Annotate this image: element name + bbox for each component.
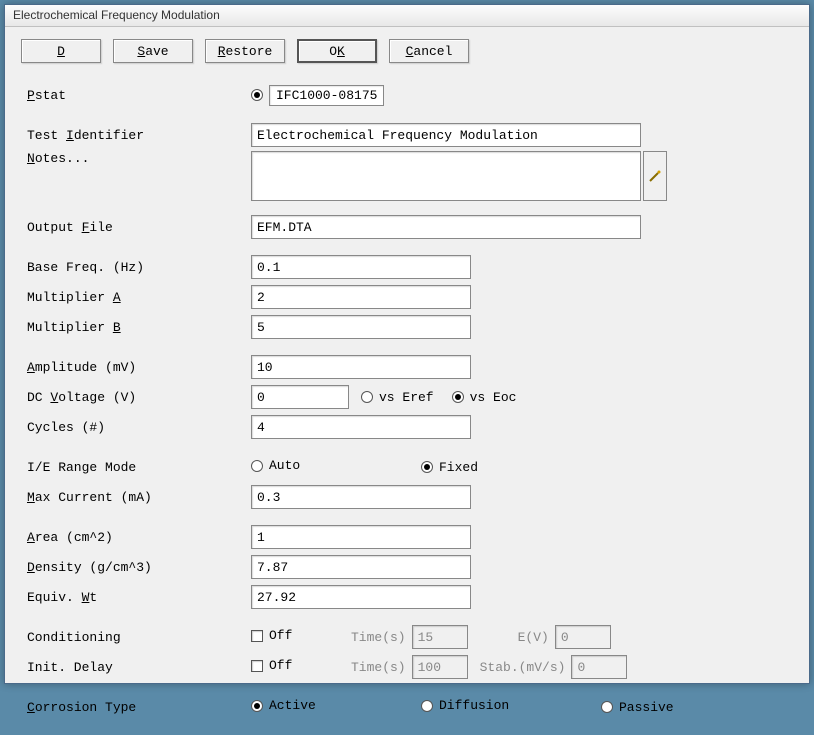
radio-label: Diffusion (439, 698, 509, 713)
radio-dot-icon (361, 391, 373, 403)
row-multiplier-b: Multiplier B (21, 313, 793, 341)
radio-label: vs Eoc (470, 390, 517, 405)
label-max-current: Max Current (mA) (21, 490, 251, 505)
max-current-input[interactable] (251, 485, 471, 509)
multiplier-b-input[interactable] (251, 315, 471, 339)
radio-dot-icon (421, 461, 433, 473)
label-multiplier-b: Multiplier B (21, 320, 251, 335)
label-e-v: E(V) (518, 630, 549, 645)
checkbox-label: Off (269, 658, 292, 673)
radio-fixed[interactable]: Fixed (421, 460, 478, 475)
conditioning-time-input (412, 625, 468, 649)
checkbox-init-delay-off[interactable]: Off (251, 658, 292, 673)
label-test-identifier: Test Identifier (21, 128, 251, 143)
radio-label: vs Eref (379, 390, 434, 405)
radio-vs-eref[interactable]: vs Eref (361, 390, 434, 405)
default-button[interactable]: D (21, 39, 101, 63)
output-file-input[interactable] (251, 215, 641, 239)
pstat-device-value: IFC1000-08175 (269, 85, 384, 106)
notes-input[interactable] (251, 151, 641, 201)
radio-label: Auto (269, 458, 300, 473)
radio-label: Fixed (439, 460, 478, 475)
radio-passive[interactable]: Passive (601, 700, 674, 715)
amplitude-input[interactable] (251, 355, 471, 379)
density-input[interactable] (251, 555, 471, 579)
row-pstat: Pstat IFC1000-08175 (21, 81, 793, 109)
label-init-delay: Init. Delay (21, 660, 251, 675)
checkbox-label: Off (269, 628, 292, 643)
label-notes: Notes... (21, 151, 251, 166)
label-amplitude: Amplitude (mV) (21, 360, 251, 375)
row-dc-voltage: DC Voltage (V) vs Eref vs Eoc (21, 383, 793, 411)
test-identifier-input[interactable] (251, 123, 641, 147)
row-output-file: Output File (21, 213, 793, 241)
label-cycles: Cycles (#) (21, 420, 251, 435)
row-corrosion-type: Corrosion Type Active Diffusion Passive (21, 693, 793, 721)
checkbox-icon (251, 630, 263, 642)
button-row: D Save Restore OK Cancel (21, 39, 793, 63)
conditioning-ev-input (555, 625, 611, 649)
notes-expand-button[interactable] (643, 151, 667, 201)
wand-icon (648, 169, 662, 183)
row-base-freq: Base Freq. (Hz) (21, 253, 793, 281)
label-conditioning: Conditioning (21, 630, 251, 645)
radio-diffusion[interactable]: Diffusion (421, 698, 509, 713)
row-max-current: Max Current (mA) (21, 483, 793, 511)
checkbox-icon (251, 660, 263, 672)
dc-voltage-input[interactable] (251, 385, 349, 409)
multiplier-a-input[interactable] (251, 285, 471, 309)
row-test-identifier: Test Identifier (21, 121, 793, 149)
radio-auto[interactable]: Auto (251, 458, 300, 473)
radio-dot-icon (601, 701, 613, 713)
row-area: Area (cm^2) (21, 523, 793, 551)
cancel-button[interactable]: Cancel (389, 39, 469, 63)
radio-label: Active (269, 698, 316, 713)
init-delay-stab-input (571, 655, 627, 679)
label-stab: Stab.(mV/s) (480, 660, 566, 675)
equiv-wt-input[interactable] (251, 585, 471, 609)
label-pstat: Pstat (21, 88, 251, 103)
row-cycles: Cycles (#) (21, 413, 793, 441)
checkbox-conditioning-off[interactable]: Off (251, 628, 292, 643)
radio-label: Passive (619, 700, 674, 715)
area-input[interactable] (251, 525, 471, 549)
restore-button[interactable]: Restore (205, 39, 285, 63)
label-density: Density (g/cm^3) (21, 560, 251, 575)
radio-dot-icon (251, 89, 263, 101)
label-multiplier-a: Multiplier A (21, 290, 251, 305)
radio-dot-icon (251, 460, 263, 472)
radio-pstat-device[interactable]: IFC1000-08175 (251, 85, 384, 106)
row-density: Density (g/cm^3) (21, 553, 793, 581)
label-time-s: Time(s) (351, 660, 406, 675)
row-notes: Notes... (21, 151, 793, 201)
dialog-window: Electrochemical Frequency Modulation D S… (4, 4, 810, 684)
label-base-freq: Base Freq. (Hz) (21, 260, 251, 275)
window-title: Electrochemical Frequency Modulation (5, 5, 809, 27)
radio-dot-icon (421, 700, 433, 712)
radio-vs-eoc[interactable]: vs Eoc (452, 390, 517, 405)
row-ie-range-mode: I/E Range Mode Auto Fixed (21, 453, 793, 481)
radio-dot-icon (452, 391, 464, 403)
dialog-content: D Save Restore OK Cancel Pstat IFC1000-0… (5, 27, 809, 735)
label-equiv-wt: Equiv. Wt (21, 590, 251, 605)
ok-button[interactable]: OK (297, 39, 377, 63)
row-amplitude: Amplitude (mV) (21, 353, 793, 381)
cycles-input[interactable] (251, 415, 471, 439)
row-multiplier-a: Multiplier A (21, 283, 793, 311)
label-ie-range-mode: I/E Range Mode (21, 460, 251, 475)
init-delay-time-input (412, 655, 468, 679)
radio-dot-icon (251, 700, 263, 712)
label-time-s: Time(s) (351, 630, 406, 645)
label-area: Area (cm^2) (21, 530, 251, 545)
label-output-file: Output File (21, 220, 251, 235)
label-dc-voltage: DC Voltage (V) (21, 390, 251, 405)
row-conditioning: Conditioning Off Time(s) E(V) (21, 623, 793, 651)
row-init-delay: Init. Delay Off Time(s) Stab.(mV/s) (21, 653, 793, 681)
base-freq-input[interactable] (251, 255, 471, 279)
save-button[interactable]: Save (113, 39, 193, 63)
radio-active[interactable]: Active (251, 698, 316, 713)
row-equiv-wt: Equiv. Wt (21, 583, 793, 611)
label-corrosion-type: Corrosion Type (21, 700, 251, 715)
